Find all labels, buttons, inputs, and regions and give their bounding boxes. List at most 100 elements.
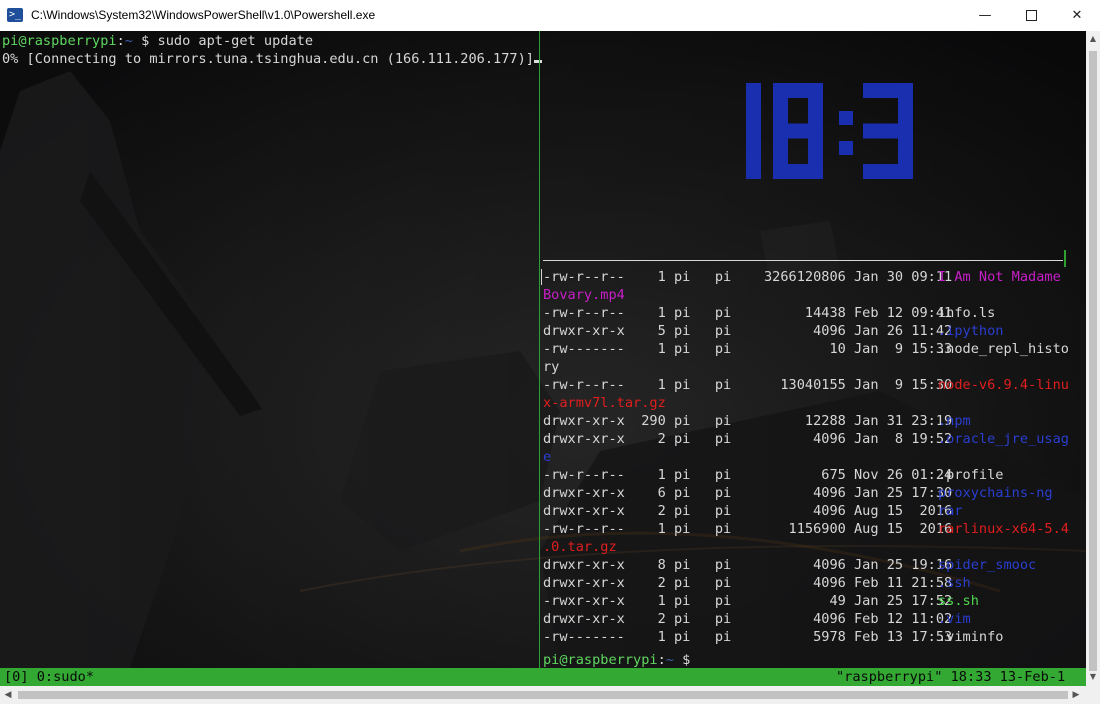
file-name: .profile xyxy=(938,467,1004,483)
vertical-scrollbar[interactable]: ▲ ▼ xyxy=(1086,31,1100,686)
separator-line xyxy=(543,260,1063,261)
list-item: drwxr-xr-x 5 pi pi 4096 Jan 26 11:42 xyxy=(543,322,952,340)
file-meta: -rw-r--r-- 1 pi pi 675 Nov 26 01:24 xyxy=(543,467,953,483)
prompt-separator: : xyxy=(657,652,666,668)
file-meta: -rw-r--r-- 1 pi pi 1156900 Aug 15 2016 xyxy=(543,521,953,537)
prompt-dollar: $ xyxy=(132,33,158,49)
file-name: .oracle_jre_usag xyxy=(938,431,1069,447)
file-name: .ssh xyxy=(938,575,971,591)
scroll-down-icon[interactable]: ▼ xyxy=(1086,669,1100,685)
file-meta: -rwxr-xr-x 1 pi pi 49 Jan 25 17:52 xyxy=(543,593,953,609)
file-name: spider_smooc xyxy=(938,557,1037,573)
powershell-icon: >_ xyxy=(7,8,23,22)
prompt-user: pi@raspberrypi xyxy=(2,33,117,49)
scroll-right-icon[interactable]: ▶ xyxy=(1068,686,1084,704)
clock-digit-segment xyxy=(773,123,823,139)
text-cursor-bar xyxy=(541,269,542,285)
pane-border-mark xyxy=(1064,250,1066,267)
clock-colon-dot xyxy=(839,111,853,125)
file-name-continued: Bovary.mp4 xyxy=(543,287,625,303)
file-meta: -rw------- 1 pi pi 5978 Feb 13 17:53 xyxy=(543,629,953,645)
file-meta: drwxr-xr-x 2 pi pi 4096 Feb 12 11:02 xyxy=(543,611,953,627)
list-item: -rw-r--r-- 1 pi pi 14438 Feb 12 09:41 xyxy=(543,304,952,322)
clock-digit-segment xyxy=(746,123,761,179)
prompt-user: pi@raspberrypi xyxy=(543,652,658,668)
horizontal-scrollbar[interactable]: ◀ ▶ xyxy=(0,686,1086,704)
apt-progress-text: 0% [Connecting to mirrors.tuna.tsinghua.… xyxy=(2,51,534,67)
file-name-continued: .0.tar.gz xyxy=(543,539,617,555)
scroll-left-icon[interactable]: ◀ xyxy=(0,686,16,704)
file-name: .vim xyxy=(938,611,971,627)
file-meta: drwxr-xr-x 2 pi pi 4096 Feb 11 21:58 xyxy=(543,575,953,591)
file-name: .ipython xyxy=(938,323,1004,339)
horizontal-scroll-thumb[interactable] xyxy=(18,691,1068,699)
clock-digit-segment xyxy=(863,164,913,179)
list-item: -rwxr-xr-x 1 pi pi 49 Jan 25 17:52 xyxy=(543,592,952,610)
tmux-status-bar: [0] 0:sudo* "raspberrypi" 18:33 13-Feb-1 xyxy=(0,668,1086,686)
close-button[interactable]: ✕ xyxy=(1054,0,1100,31)
prompt-separator: : xyxy=(116,33,125,49)
status-window-list[interactable]: [0] 0:sudo* xyxy=(4,668,94,686)
prompt-line-right: pi@raspberrypi:~ $ xyxy=(543,651,690,669)
file-meta: drwxr-xr-x 290 pi pi 12288 Jan 31 23:19 xyxy=(543,413,953,429)
terminal-area[interactable]: pi@raspberrypi:~ $ sudo apt-get update 0… xyxy=(0,31,1086,686)
right-pane[interactable]: -rw-r--r-- 1 pi pi 3266120806 Jan 30 09:… xyxy=(541,31,1086,668)
list-item: drwxr-xr-x 2 pi pi 4096 Jan 8 19:52 xyxy=(543,430,952,448)
list-item: drwxr-xr-x 290 pi pi 12288 Jan 31 23:19 xyxy=(543,412,952,430)
file-name: .npm xyxy=(938,413,971,429)
close-icon: ✕ xyxy=(1071,8,1083,23)
title-bar: >_ C:\Windows\System32\WindowsPowerShell… xyxy=(0,0,1100,32)
file-name-continued: e xyxy=(543,449,552,465)
file-name: .viminfo xyxy=(938,629,1004,645)
list-item: -rw-r--r-- 1 pi pi 13040155 Jan 9 15:30 xyxy=(543,376,952,394)
file-name-continued: x-armv7l.tar.gz xyxy=(543,395,666,411)
list-item: -rw-r--r-- 1 pi pi 1156900 Aug 15 2016 xyxy=(543,520,952,538)
list-item: drwxr-xr-x 2 pi pi 4096 Aug 15 2016 xyxy=(543,502,952,520)
prompt-path: ~ xyxy=(665,652,674,668)
minimize-button[interactable]: — xyxy=(962,0,1008,31)
list-item: drwxr-xr-x 6 pi pi 4096 Jan 25 17:30 xyxy=(543,484,952,502)
list-item: -rw------- 1 pi pi 5978 Feb 13 17:53 xyxy=(543,628,952,646)
file-meta: drwxr-xr-x 2 pi pi 4096 Jan 8 19:52 xyxy=(543,431,953,447)
file-name: rar xyxy=(938,503,963,519)
scroll-up-icon[interactable]: ▲ xyxy=(1086,31,1100,47)
file-name: rarlinux-x64-5.4 xyxy=(938,521,1069,537)
file-meta: drwxr-xr-x 6 pi pi 4096 Jan 25 17:30 xyxy=(543,485,953,501)
file-meta: drwxr-xr-x 2 pi pi 4096 Aug 15 2016 xyxy=(543,503,953,519)
maximize-icon xyxy=(1025,10,1037,21)
file-name: node-v6.9.4-linu xyxy=(938,377,1069,393)
file-name-continued: ry xyxy=(543,359,560,375)
prompt-line: pi@raspberrypi:~ $ sudo apt-get update xyxy=(2,32,313,50)
list-item: drwxr-xr-x 2 pi pi 4096 Feb 11 21:58 xyxy=(543,574,952,592)
window-title: C:\Windows\System32\WindowsPowerShell\v1… xyxy=(31,8,376,22)
file-name: info.ls xyxy=(938,305,996,321)
minimize-icon: — xyxy=(978,8,992,23)
left-pane[interactable]: pi@raspberrypi:~ $ sudo apt-get update 0… xyxy=(0,31,542,668)
maximize-button[interactable] xyxy=(1008,0,1054,31)
list-item: drwxr-xr-x 8 pi pi 4096 Jan 25 19:16 xyxy=(543,556,952,574)
file-meta: drwxr-xr-x 5 pi pi 4096 Jan 26 11:42 xyxy=(543,323,953,339)
list-item: -rw------- 1 pi pi 10 Jan 9 15:33 xyxy=(543,340,952,358)
list-item: -rw-r--r-- 1 pi pi 675 Nov 26 01:24 xyxy=(543,466,952,484)
prompt-dollar: $ xyxy=(673,652,691,668)
file-name: ss.sh xyxy=(938,593,979,609)
vertical-scroll-thumb[interactable] xyxy=(1089,51,1097,671)
scrollbar-corner xyxy=(1086,686,1100,704)
status-host-time: "raspberrypi" 18:33 13-Feb-1 xyxy=(836,669,1066,685)
file-meta: -rw-r--r-- 1 pi pi 14438 Feb 12 09:41 xyxy=(543,305,953,321)
prompt-path: ~ xyxy=(124,33,133,49)
file-meta: -rw-r--r-- 1 pi pi 3266120806 Jan 30 09:… xyxy=(543,269,953,285)
file-meta: -rw------- 1 pi pi 10 Jan 9 15:33 xyxy=(543,341,953,357)
list-item: drwxr-xr-x 2 pi pi 4096 Feb 12 11:02 xyxy=(543,610,952,628)
list-item: -rw-r--r-- 1 pi pi 3266120806 Jan 30 09:… xyxy=(543,268,952,286)
pane-divider[interactable] xyxy=(539,31,540,668)
file-name: .node_repl_histo xyxy=(938,341,1069,357)
output-line: 0% [Connecting to mirrors.tuna.tsinghua.… xyxy=(2,50,542,68)
command-text: sudo apt-get update xyxy=(157,33,314,49)
file-meta: -rw-r--r-- 1 pi pi 13040155 Jan 9 15:30 xyxy=(543,377,953,393)
clock-colon-dot xyxy=(839,141,853,155)
file-meta: drwxr-xr-x 8 pi pi 4096 Jan 25 19:16 xyxy=(543,557,953,573)
file-name: I Am Not Madame xyxy=(938,269,1061,285)
file-name: proxychains-ng xyxy=(938,485,1053,501)
big-clock xyxy=(746,83,913,179)
